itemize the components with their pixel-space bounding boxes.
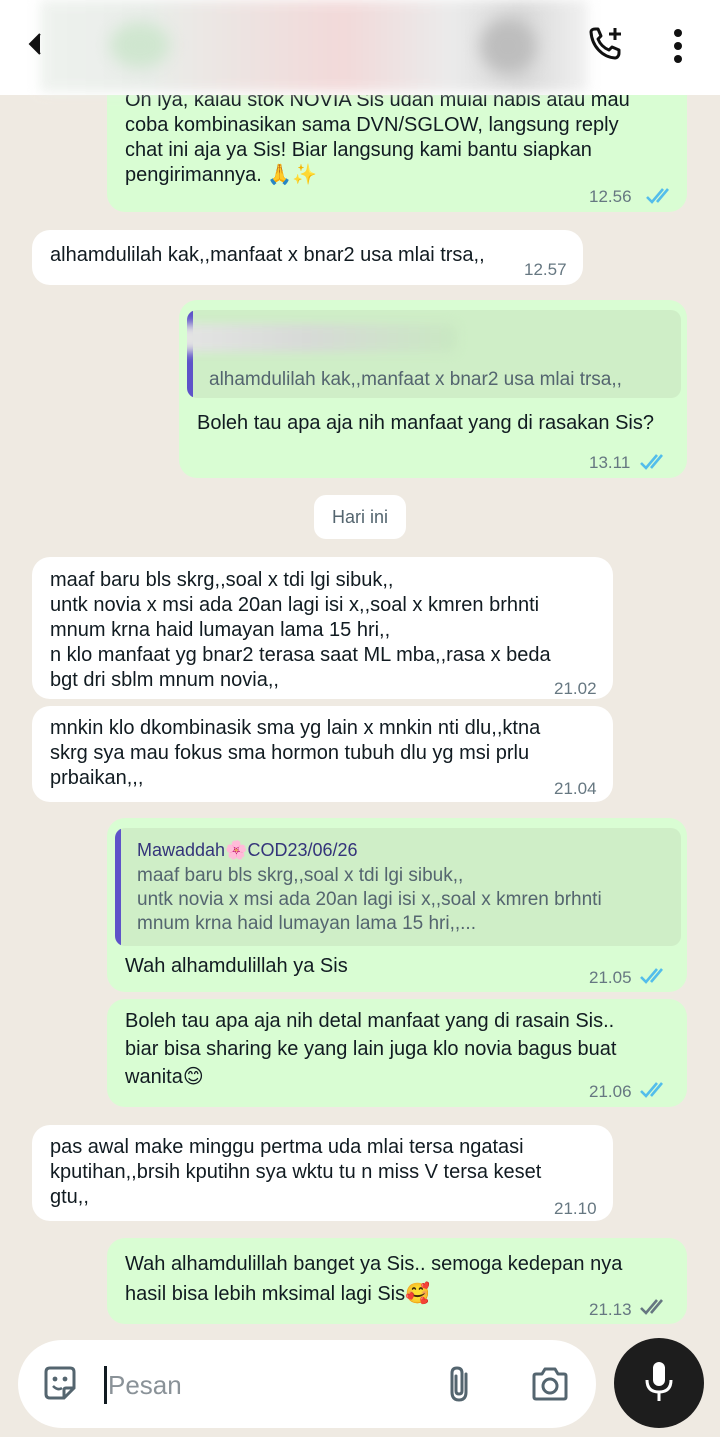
message-time: 12.57 <box>524 260 567 279</box>
quote-author: Mawaddah🌸COD23/06/26 <box>137 840 358 860</box>
quote-text: alhamdulilah kak,,manfaat x bnar2 usa ml… <box>209 369 622 390</box>
message-text: Oh iya, kalau stok NOVIA Sis udah mulai … <box>125 89 630 186</box>
quote-text: maaf baru bls skrg,,soal x tdi lgi sibuk… <box>137 865 602 934</box>
message-time: 12.56 <box>589 187 632 206</box>
date-separator: Hari ini <box>314 495 406 539</box>
message-time: 21.13 <box>589 1300 632 1319</box>
message-bubble-incoming[interactable]: alhamdulilah kak,,manfaat x bnar2 usa ml… <box>32 230 583 285</box>
read-receipt-icon <box>646 188 669 204</box>
message-bubble-incoming[interactable]: pas awal make minggu pertma uda mlai ter… <box>32 1125 613 1221</box>
camera-icon[interactable] <box>530 1366 570 1402</box>
quote-bar <box>115 828 121 946</box>
read-receipt-icon <box>640 454 663 470</box>
more-vert-icon[interactable] <box>668 28 688 64</box>
message-text: maaf baru bls skrg,,soal x tdi lgi sibuk… <box>50 569 551 691</box>
message-time: 21.10 <box>554 1199 597 1218</box>
blurred-quote-author <box>187 324 457 352</box>
message-time: 13.11 <box>589 453 631 472</box>
quoted-message[interactable]: Mawaddah🌸COD23/06/26 maaf baru bls skrg,… <box>115 828 681 946</box>
message-text: pas awal make minggu pertma uda mlai ter… <box>50 1136 542 1208</box>
message-text: Wah alhamdulillah ya Sis <box>125 955 348 977</box>
chat-header <box>0 0 720 95</box>
message-time: 21.05 <box>589 968 632 987</box>
message-bubble-outgoing[interactable]: Boleh tau apa aja nih detal manfaat yang… <box>107 999 687 1107</box>
message-bubble-incoming[interactable]: maaf baru bls skrg,,soal x tdi lgi sibuk… <box>32 557 613 699</box>
message-composer[interactable]: Pesan <box>18 1340 596 1428</box>
message-bubble-incoming[interactable]: mnkin klo dkombinasik sma yg lain x mnki… <box>32 706 613 802</box>
read-receipt-icon <box>640 968 663 984</box>
back-arrow-icon[interactable] <box>22 30 46 58</box>
message-text: mnkin klo dkombinasik sma yg lain x mnki… <box>50 717 541 789</box>
quoted-message[interactable]: alhamdulilah kak,,manfaat x bnar2 usa ml… <box>187 310 681 398</box>
delivered-receipt-icon <box>640 1299 663 1315</box>
message-bubble-outgoing[interactable]: Mawaddah🌸COD23/06/26 maaf baru bls skrg,… <box>107 818 687 992</box>
blurred-avatar[interactable] <box>110 22 170 68</box>
read-receipt-icon <box>640 1082 663 1098</box>
voice-record-button[interactable] <box>614 1338 704 1428</box>
message-bubble-outgoing[interactable]: Wah alhamdulillah banget ya Sis.. semoga… <box>107 1238 687 1324</box>
add-call-icon[interactable] <box>585 24 623 64</box>
message-bubble-outgoing[interactable]: alhamdulilah kak,,manfaat x bnar2 usa ml… <box>179 300 687 478</box>
message-time: 21.04 <box>554 779 597 798</box>
message-time: 21.02 <box>554 679 597 698</box>
mic-icon <box>645 1362 673 1401</box>
blurred-video-call-icon[interactable] <box>480 18 536 74</box>
message-time: 21.06 <box>589 1082 632 1101</box>
attach-icon[interactable] <box>444 1364 476 1404</box>
sticker-icon[interactable] <box>40 1364 80 1404</box>
message-text: Boleh tau apa aja nih manfaat yang di ra… <box>197 412 654 434</box>
message-text: alhamdulilah kak,,manfaat x bnar2 usa ml… <box>50 244 485 266</box>
message-input[interactable]: Pesan <box>108 1370 182 1401</box>
text-cursor <box>104 1366 107 1404</box>
